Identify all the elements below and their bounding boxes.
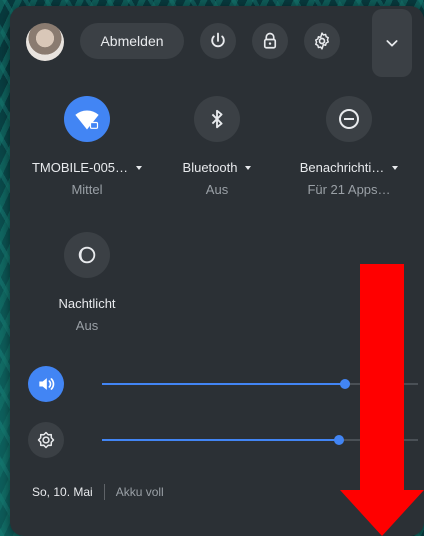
notifications-label-row[interactable]: Benachrichti… — [294, 160, 404, 175]
tile-bluetooth[interactable]: Bluetooth Aus — [162, 96, 272, 197]
night-light-label-row: Nachtlicht — [32, 296, 142, 311]
bluetooth-icon — [211, 109, 223, 129]
bluetooth-label: Bluetooth — [182, 160, 238, 175]
brightness-button[interactable] — [28, 422, 64, 458]
bluetooth-label-row[interactable]: Bluetooth — [162, 160, 272, 175]
brightness-slider-fill — [102, 439, 339, 441]
wifi-icon — [75, 110, 99, 130]
tile-notifications[interactable]: Benachrichti… Für 21 Apps… — [294, 96, 404, 197]
do-not-disturb-icon — [339, 109, 359, 129]
night-light-toggle[interactable] — [64, 232, 110, 278]
bluetooth-status: Aus — [205, 182, 229, 197]
chevron-down-icon — [386, 40, 398, 47]
settings-button[interactable] — [304, 23, 340, 59]
signout-button[interactable]: Abmelden — [80, 23, 184, 59]
annotation-arrow-down — [340, 264, 424, 536]
status-row: So, 10. Mai Akku voll — [32, 484, 164, 500]
date-label[interactable]: So, 10. Mai — [32, 485, 93, 499]
network-status: Mittel — [71, 182, 103, 197]
caret-down-icon — [392, 165, 399, 170]
network-toggle[interactable] — [64, 96, 110, 142]
night-light-label: Nachtlicht — [58, 296, 116, 311]
caret-down-icon — [136, 165, 143, 170]
gear-icon — [315, 32, 329, 50]
moon-icon — [78, 246, 96, 264]
lock-button[interactable] — [252, 23, 288, 59]
tray-header: Abmelden — [10, 6, 424, 77]
battery-status: Akku voll — [115, 485, 164, 499]
power-button[interactable] — [200, 23, 236, 59]
bluetooth-toggle[interactable] — [194, 96, 240, 142]
tile-network[interactable]: TMOBILE-005… Mittel — [31, 96, 143, 197]
network-label-row[interactable]: TMOBILE-005… — [31, 160, 143, 175]
tile-night-light[interactable]: Nachtlicht Aus — [32, 232, 142, 333]
notifications-status: Für 21 Apps… — [307, 182, 391, 197]
user-avatar[interactable] — [26, 23, 64, 61]
speaker-icon — [39, 378, 55, 390]
brightness-icon — [37, 431, 55, 449]
lock-icon — [263, 32, 277, 49]
network-label: TMOBILE-005… — [31, 160, 129, 175]
volume-slider-fill — [102, 383, 346, 385]
volume-mute-button[interactable] — [28, 366, 64, 402]
notifications-toggle[interactable] — [326, 96, 372, 142]
caret-down-icon — [245, 165, 252, 170]
power-icon — [211, 32, 225, 48]
night-light-status: Aus — [75, 318, 99, 333]
divider — [103, 484, 105, 500]
collapse-button[interactable] — [372, 9, 412, 77]
notifications-label: Benachrichti… — [299, 160, 385, 175]
